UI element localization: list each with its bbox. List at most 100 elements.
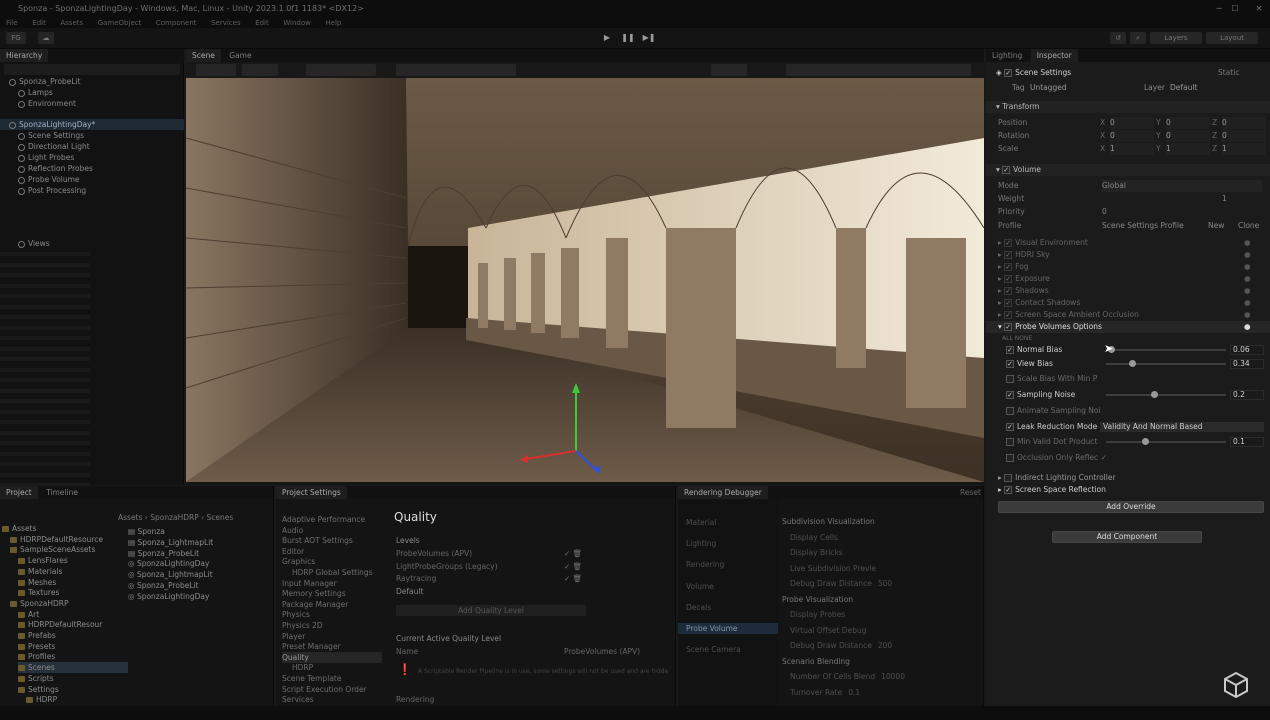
override-item[interactable]: ▸ ✓ Exposure ● bbox=[986, 273, 1270, 285]
override-checkbox[interactable]: ✓ bbox=[1004, 311, 1013, 319]
debugger-field[interactable]: Turnover Rate 0.1 bbox=[790, 687, 980, 698]
project-folder[interactable]: Scenes bbox=[18, 662, 128, 674]
occlusion-only-toggle[interactable]: ✓ bbox=[1098, 453, 1107, 462]
account-button[interactable]: FG bbox=[6, 32, 26, 44]
menu-assets[interactable]: Assets bbox=[60, 19, 83, 27]
override-item[interactable]: ▸ ✓ Contact Shadows ● bbox=[986, 297, 1270, 309]
menu-edit-2[interactable]: Edit bbox=[255, 19, 269, 27]
tab-project-settings[interactable]: Project Settings bbox=[276, 486, 347, 499]
tab-lighting[interactable]: Lighting bbox=[986, 49, 1028, 62]
layer-dropdown[interactable]: Default bbox=[1170, 82, 1197, 94]
tab-timeline[interactable]: Timeline bbox=[40, 486, 84, 499]
quality-level[interactable]: Raytracing ✓ 🗑 bbox=[396, 573, 586, 584]
ssr-row[interactable]: ▸ ✓ Screen Space Reflection bbox=[986, 484, 1270, 496]
cloud-icon[interactable]: ☁ bbox=[38, 32, 54, 44]
project-file[interactable]: ◎ SponzaLightingDay bbox=[128, 558, 209, 569]
normal-bias-slider[interactable] bbox=[1106, 346, 1226, 353]
view-mode-dropdown[interactable] bbox=[242, 64, 278, 76]
settings-category[interactable]: Graphics bbox=[282, 556, 315, 567]
reset-button[interactable]: Reset bbox=[960, 486, 981, 499]
add-quality-level-button[interactable]: Add Quality Level bbox=[396, 605, 586, 616]
override-checkbox[interactable]: ✓ bbox=[1004, 275, 1013, 283]
transform-header[interactable]: ▾ Transform bbox=[986, 101, 1270, 113]
project-folder[interactable]: Presets bbox=[18, 641, 55, 652]
object-name[interactable]: Scene Settings bbox=[1015, 68, 1071, 77]
volume-header[interactable]: ▾ ✓ Volume bbox=[986, 164, 1270, 176]
position-y-field[interactable]: 0 bbox=[1166, 117, 1210, 129]
active-checkbox[interactable]: ✓ bbox=[1004, 69, 1013, 77]
project-folder[interactable]: SponzaHDRP bbox=[10, 598, 69, 609]
settings-category[interactable]: Adaptive Performance bbox=[282, 514, 365, 525]
rotation-y-field[interactable]: 0 bbox=[1166, 130, 1210, 142]
mode-dropdown[interactable]: Global bbox=[1102, 180, 1262, 192]
project-folder[interactable]: Profiles bbox=[18, 651, 55, 662]
normal-bias-override-checkbox[interactable]: ✓ bbox=[1006, 346, 1014, 354]
slider-handle[interactable] bbox=[1151, 391, 1159, 398]
new-profile-button[interactable]: New bbox=[1208, 220, 1224, 232]
debugger-field[interactable]: Debug Draw Distance 200 bbox=[790, 640, 980, 651]
menu-edit[interactable]: Edit bbox=[32, 19, 46, 27]
project-folder[interactable]: Textures bbox=[18, 587, 59, 598]
hierarchy-item[interactable]: Environment bbox=[0, 98, 76, 109]
menu-help[interactable]: Help bbox=[325, 19, 341, 27]
min-valid-dot-slider[interactable] bbox=[1106, 438, 1226, 445]
sampling-noise-value-field[interactable]: 0.2 bbox=[1230, 390, 1264, 400]
debugger-field[interactable]: Number Of Cells Blend 10000 bbox=[790, 671, 980, 682]
menu-services[interactable]: Services bbox=[211, 19, 241, 27]
project-folder[interactable]: HDRPDefaultResour bbox=[18, 619, 102, 630]
debugger-menu-item[interactable]: Decals bbox=[678, 602, 778, 613]
help-icon[interactable]: ● bbox=[1244, 273, 1251, 285]
debugger-menu-item[interactable]: Lighting bbox=[678, 538, 778, 549]
hierarchy-item[interactable]: Lamps bbox=[0, 87, 53, 98]
settings-category[interactable]: Services bbox=[282, 694, 314, 705]
occlusion-only-override-checkbox[interactable] bbox=[1006, 454, 1014, 462]
hierarchy-item[interactable]: Reflection Probes bbox=[0, 163, 93, 174]
quality-level[interactable]: ProbeVolumes (APV) ✓ 🗑 bbox=[396, 548, 586, 559]
level-toggle-icon[interactable]: ✓ 🗑 bbox=[564, 573, 582, 584]
scene-view-options[interactable] bbox=[786, 64, 971, 76]
settings-category[interactable]: HDRP Global Settings bbox=[292, 567, 373, 578]
hierarchy-item[interactable]: Probe Volume bbox=[0, 174, 80, 185]
project-folder[interactable]: SampleSceneAssets bbox=[10, 544, 95, 555]
help-icon[interactable]: ● bbox=[1244, 297, 1251, 309]
override-checkbox[interactable]: ✓ bbox=[1004, 299, 1013, 307]
search-icon[interactable]: ⌕ bbox=[1130, 32, 1146, 44]
scale-z-field[interactable]: 1 bbox=[1222, 143, 1266, 155]
slider-handle[interactable] bbox=[1142, 438, 1150, 445]
sampling-noise-override-checkbox[interactable]: ✓ bbox=[1006, 391, 1014, 399]
clone-profile-button[interactable]: Clone bbox=[1238, 220, 1259, 232]
menu-component[interactable]: Component bbox=[156, 19, 197, 27]
debugger-menu-item[interactable]: Material bbox=[678, 517, 778, 528]
project-file[interactable]: ▤ Sponza_LightmapLit bbox=[128, 537, 213, 548]
project-folder[interactable]: Materials bbox=[18, 566, 62, 577]
menu-gameobject[interactable]: GameObject bbox=[98, 19, 142, 27]
animate-noise-override-checkbox[interactable] bbox=[1006, 407, 1014, 415]
scale-bias-override-checkbox[interactable] bbox=[1006, 375, 1014, 383]
project-folder[interactable]: Meshes bbox=[18, 577, 56, 588]
probe-volumes-header[interactable]: ▾ ✓ Probe Volumes Options ● bbox=[986, 321, 1270, 333]
settings-category[interactable]: Memory Settings bbox=[282, 588, 346, 599]
hierarchy-item[interactable]: Post Processing bbox=[0, 185, 86, 196]
sampling-noise-slider[interactable] bbox=[1106, 391, 1226, 398]
settings-category[interactable]: Quality bbox=[282, 651, 382, 663]
debugger-menu-item[interactable]: Probe Volume bbox=[678, 623, 778, 634]
scale-x-field[interactable]: 1 bbox=[1110, 143, 1154, 155]
settings-category[interactable]: HDRP bbox=[292, 662, 313, 673]
settings-category[interactable]: Physics bbox=[282, 609, 310, 620]
slider-handle[interactable] bbox=[1128, 360, 1136, 367]
tab-game[interactable]: Game bbox=[223, 49, 257, 62]
pause-icon[interactable]: ❚❚ bbox=[620, 32, 636, 44]
leak-reduction-override-checkbox[interactable]: ✓ bbox=[1006, 423, 1014, 431]
add-override-button[interactable]: Add Override bbox=[998, 501, 1264, 513]
project-folder[interactable]: HDRPDefaultResource bbox=[10, 534, 103, 545]
settings-category[interactable]: Scene Template bbox=[282, 673, 341, 684]
settings-category[interactable]: Input Manager bbox=[282, 578, 337, 589]
debugger-menu-item[interactable]: Scene Camera bbox=[678, 644, 778, 655]
settings-category[interactable]: Editor bbox=[282, 546, 304, 557]
position-x-field[interactable]: 0 bbox=[1110, 117, 1154, 129]
project-file[interactable]: ◎ Sponza_LightmapLit bbox=[128, 569, 213, 580]
debugger-field[interactable]: Live Subdivision Previe bbox=[790, 563, 980, 574]
project-folder[interactable]: LensFlares bbox=[18, 555, 68, 566]
history-icon[interactable]: ↺ bbox=[1110, 32, 1126, 44]
help-icon[interactable]: ● bbox=[1244, 237, 1251, 249]
